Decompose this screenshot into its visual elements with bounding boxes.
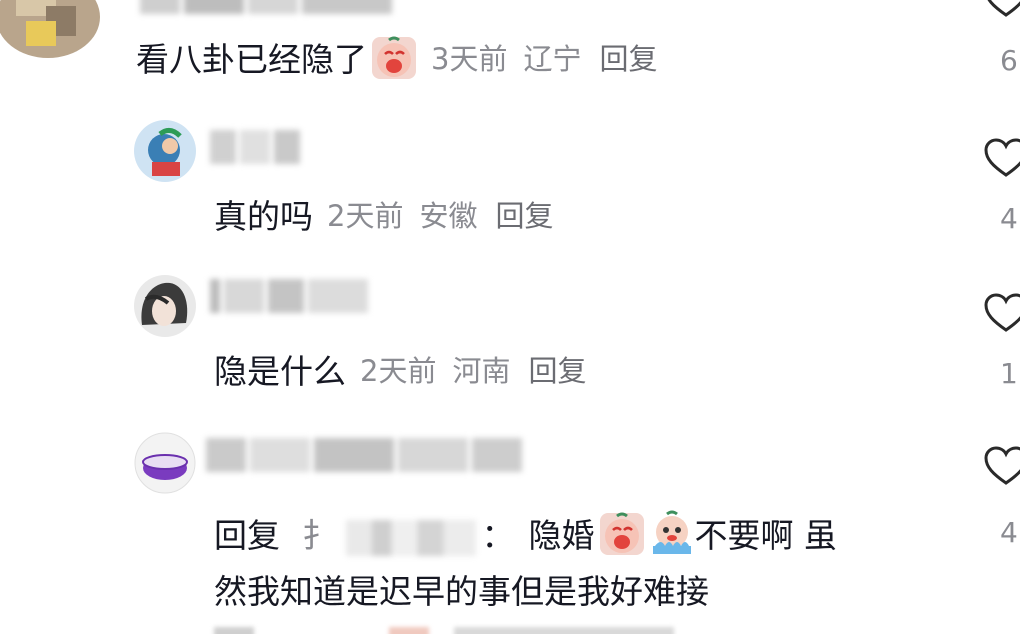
comment-text: 真的吗 <box>214 197 313 236</box>
comment-time: 2天前 <box>360 354 437 388</box>
like-button[interactable] <box>976 0 1020 22</box>
masked-username <box>345 519 476 556</box>
like-count: 4 <box>1000 516 1018 549</box>
comment-body: 看八卦已经隐了 3天前 辽宁 回复 <box>136 34 657 80</box>
like-button[interactable] <box>976 293 1020 337</box>
reply-prefix: 回复 <box>214 516 280 555</box>
comment-text: 隐婚 <box>528 516 595 555</box>
comment-time: 3天前 <box>431 42 508 76</box>
reply-target[interactable]: 扌 <box>302 509 476 557</box>
comment-time: 2天前 <box>327 199 404 233</box>
cut-off-line <box>214 624 734 634</box>
heart-icon[interactable] <box>983 446 1020 486</box>
avatar[interactable] <box>134 120 196 182</box>
like-button[interactable] <box>976 446 1020 490</box>
heart-icon[interactable] <box>983 0 1020 18</box>
sobbing-face-icon <box>649 510 695 556</box>
like-count: 4 <box>1000 202 1018 235</box>
reply-button[interactable]: 回复 <box>495 193 553 235</box>
comment-location: 河南 <box>452 354 511 388</box>
masked-username <box>140 0 400 14</box>
comment-text: 不要啊 虽 <box>694 516 838 555</box>
comment-text: 隐是什么 <box>214 352 346 391</box>
avatar[interactable] <box>134 432 196 494</box>
comment-body-line-2: 然我知道是迟早的事但是我好难接 <box>214 566 709 612</box>
colon: ： <box>481 516 515 555</box>
avatar[interactable] <box>134 275 196 337</box>
like-button[interactable] <box>976 138 1020 182</box>
comment-item: 回复 扌 ： 隐婚 不要啊 虽 然我知道是迟早的事但是我好难接 4 <box>0 420 1020 634</box>
masked-username <box>210 279 380 313</box>
like-count: 6 <box>1000 44 1018 77</box>
comment-item: 真的吗 2天前 安徽 回复 4 <box>0 110 1020 250</box>
comment-item: 看八卦已经隐了 3天前 辽宁 回复 6 <box>0 0 1020 100</box>
comment-thread: 看八卦已经隐了 3天前 辽宁 回复 6 真的吗 2天前 安徽 回复 4 隐是什么… <box>0 0 1020 634</box>
comment-text: 看八卦已经隐了 <box>136 40 367 79</box>
reply-button[interactable]: 回复 <box>599 36 657 78</box>
comment-body: 隐是什么 2天前 河南 回复 <box>214 347 586 391</box>
heart-icon[interactable] <box>983 138 1020 178</box>
heart-icon[interactable] <box>983 293 1020 333</box>
masked-username <box>210 130 300 164</box>
avatar[interactable] <box>0 0 100 58</box>
comment-location: 安徽 <box>419 199 478 233</box>
crying-face-icon <box>371 34 417 80</box>
like-count: 1 <box>1000 357 1018 390</box>
comment-text: 然我知道是迟早的事但是我好难接 <box>214 572 709 611</box>
comment-body: 回复 扌 ： 隐婚 不要啊 虽 <box>214 510 837 556</box>
comment-body: 真的吗 2天前 安徽 回复 <box>214 192 553 236</box>
comment-location: 辽宁 <box>523 42 582 76</box>
reply-button[interactable]: 回复 <box>528 348 586 390</box>
comment-item: 隐是什么 2天前 河南 回复 1 <box>0 265 1020 405</box>
masked-username <box>206 438 526 472</box>
crying-face-icon <box>599 510 645 556</box>
